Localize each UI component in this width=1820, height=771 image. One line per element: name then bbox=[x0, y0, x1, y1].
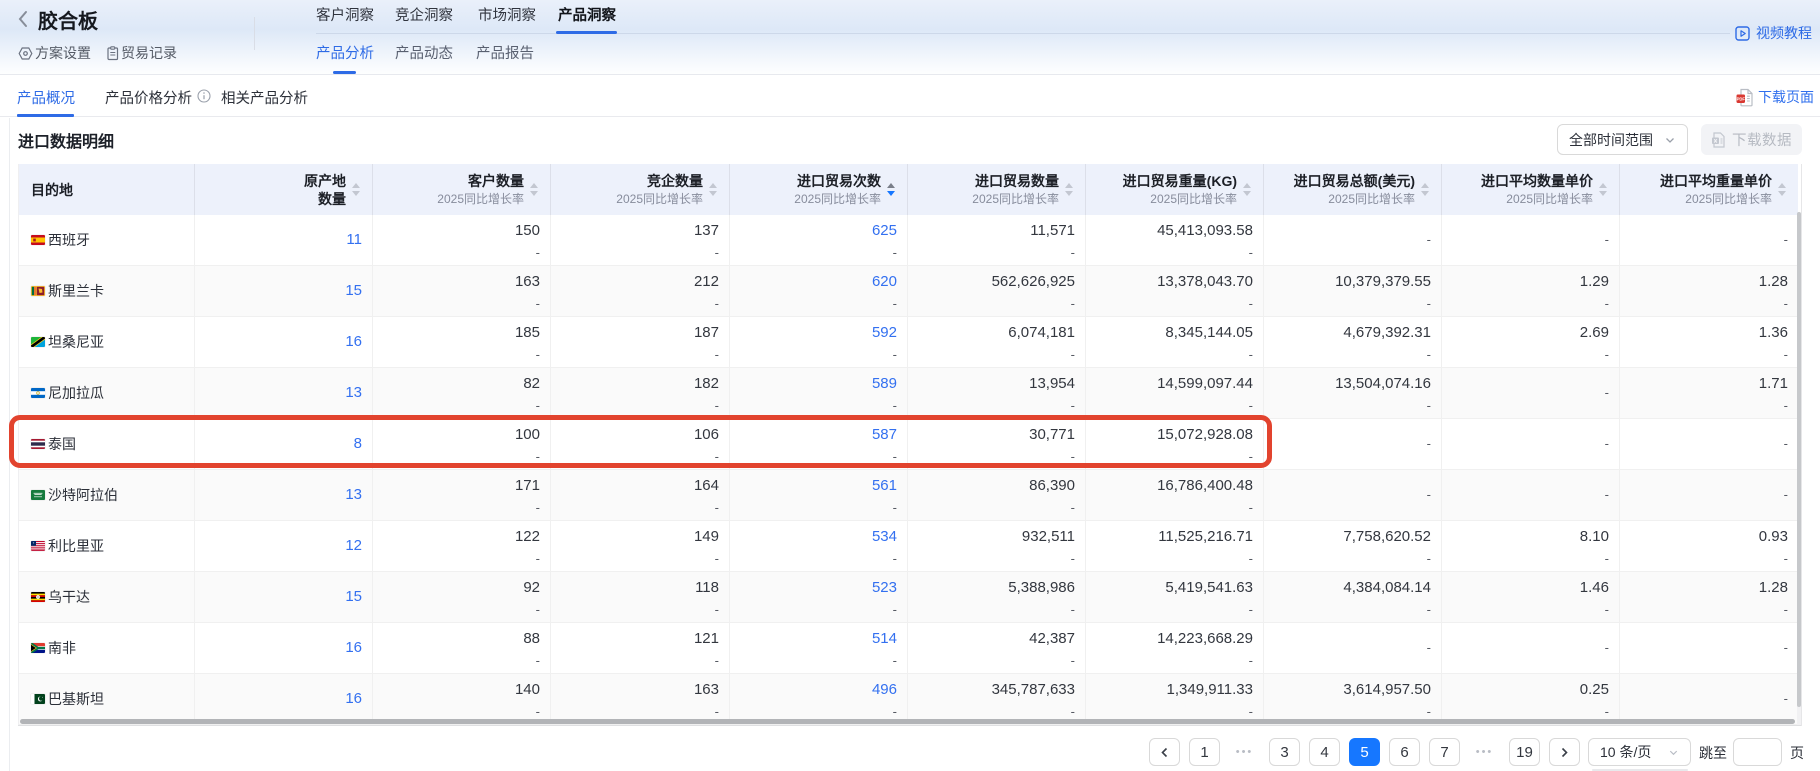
svg-text:PDF: PDF bbox=[1737, 96, 1746, 101]
